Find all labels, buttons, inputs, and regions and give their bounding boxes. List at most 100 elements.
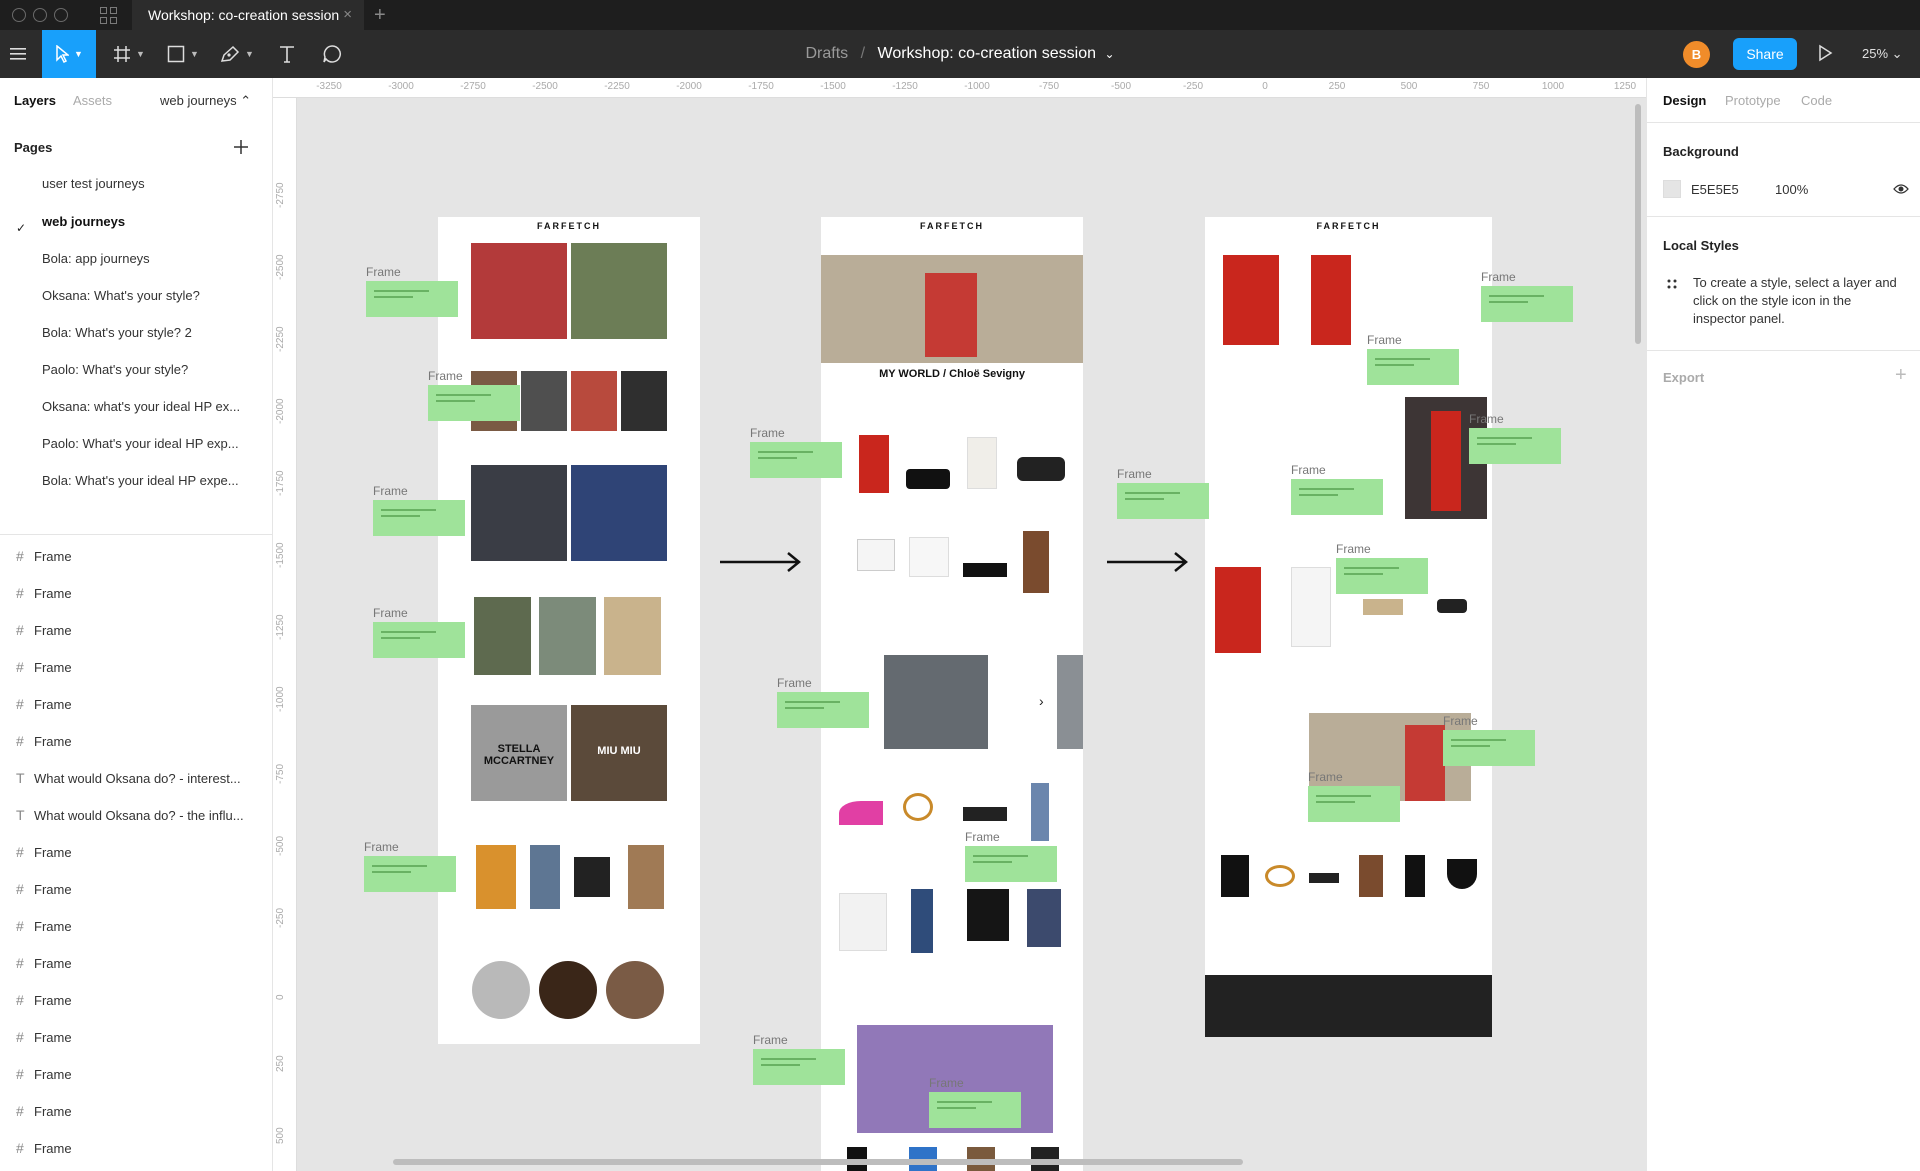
layer-item[interactable]: # Frame	[16, 1140, 72, 1156]
sticky-note[interactable]	[1117, 483, 1209, 519]
artboard-homepage[interactable]: FARFETCH STELLA MCCARTNEY MIU MIU	[438, 217, 700, 1044]
vertical-scrollbar[interactable]	[1635, 104, 1641, 344]
zoom-dropdown[interactable]: 25% ⌄	[1862, 30, 1903, 78]
page-item[interactable]: Oksana: What's your style?	[42, 288, 200, 303]
layer-item[interactable]: # Frame	[16, 622, 72, 638]
layer-item[interactable]: T What would Oksana do? - the influ...	[16, 807, 244, 823]
layer-label: Frame	[34, 1104, 72, 1119]
minimize-window-button[interactable]	[33, 8, 47, 22]
background-opacity-input[interactable]: 100%	[1775, 182, 1808, 197]
comment-tool-button[interactable]	[316, 30, 348, 78]
sticky-note[interactable]	[929, 1092, 1021, 1128]
ruler-tick: -1000	[964, 81, 990, 92]
layer-item[interactable]: # Frame	[16, 1066, 72, 1082]
brand-logo: FARFETCH	[1316, 221, 1381, 231]
breadcrumb-file-name[interactable]: Workshop: co-creation session	[878, 45, 1096, 62]
breadcrumb-drafts[interactable]: Drafts	[805, 45, 848, 62]
page-item[interactable]: Bola: app journeys	[42, 251, 150, 266]
add-page-button[interactable]	[234, 134, 248, 160]
sticky-note[interactable]	[1443, 730, 1535, 766]
layer-label: Frame	[34, 623, 72, 638]
share-button[interactable]: Share	[1733, 38, 1797, 70]
page-switcher-dropdown[interactable]: web journeys ⌃	[160, 93, 251, 109]
frame-label: Frame	[1469, 412, 1504, 426]
close-window-button[interactable]	[12, 8, 26, 22]
page-item[interactable]: Oksana: what's your ideal HP ex...	[42, 399, 240, 414]
layer-item[interactable]: # Frame	[16, 548, 72, 564]
layer-item[interactable]: # Frame	[16, 585, 72, 601]
background-color-swatch[interactable]	[1663, 180, 1681, 198]
sticky-note[interactable]	[777, 692, 869, 728]
page-item[interactable]: Bola: What's your ideal HP expe...	[42, 473, 239, 488]
present-play-button[interactable]	[1817, 44, 1833, 67]
tab-code[interactable]: Code	[1801, 93, 1832, 108]
canvas[interactable]: -3250 -3000 -2750 -2500 -2250 -2000 -175…	[273, 78, 1646, 1171]
page-item[interactable]: Paolo: What's your ideal HP exp...	[42, 436, 239, 451]
layer-item[interactable]: # Frame	[16, 992, 72, 1008]
panel-divider	[1647, 216, 1920, 217]
page-item[interactable]: user test journeys	[42, 176, 145, 191]
horizontal-scrollbar[interactable]	[393, 1159, 1243, 1165]
sticky-note[interactable]	[428, 385, 520, 421]
home-grid-icon[interactable]	[100, 7, 117, 24]
layer-item[interactable]: # Frame	[16, 918, 72, 934]
sticky-note[interactable]	[1367, 349, 1459, 385]
frame-label: Frame	[750, 426, 785, 440]
frame-label: Frame	[929, 1076, 964, 1090]
layer-item[interactable]: T What would Oksana do? - interest...	[16, 770, 241, 786]
layer-item[interactable]: # Frame	[16, 1103, 72, 1119]
layer-item[interactable]: # Frame	[16, 696, 72, 712]
sticky-note[interactable]	[1469, 428, 1561, 464]
layer-item[interactable]: # Frame	[16, 659, 72, 675]
layer-item[interactable]: # Frame	[16, 733, 72, 749]
page-item[interactable]: Paolo: What's your style?	[42, 362, 188, 377]
breadcrumb-separator: /	[860, 45, 866, 62]
ruler-tick: -500	[1110, 81, 1132, 92]
file-tab[interactable]: Workshop: co-creation session ×	[132, 0, 364, 30]
layer-item[interactable]: # Frame	[16, 1029, 72, 1045]
user-avatar[interactable]: B	[1683, 41, 1710, 68]
maximize-window-button[interactable]	[54, 8, 68, 22]
tab-assets[interactable]: Assets	[73, 93, 112, 108]
tab-prototype[interactable]: Prototype	[1725, 93, 1781, 108]
file-menu-chevron-icon[interactable]: ⌄	[1104, 47, 1114, 61]
page-item-current[interactable]: web journeys	[42, 214, 125, 229]
sticky-note[interactable]	[364, 856, 456, 892]
background-hex-input[interactable]: E5E5E5	[1691, 182, 1739, 197]
layer-item[interactable]: # Frame	[16, 955, 72, 971]
sticky-note[interactable]	[1336, 558, 1428, 594]
product-image	[1309, 873, 1339, 883]
move-tool-button[interactable]: ▼	[42, 30, 96, 78]
carousel-next-icon[interactable]: ›	[1039, 693, 1044, 709]
cursor-arrow-icon	[56, 45, 70, 63]
layer-label: Frame	[34, 919, 72, 934]
text-tool-button[interactable]	[272, 30, 302, 78]
close-tab-icon[interactable]: ×	[343, 0, 352, 30]
sticky-note[interactable]	[373, 622, 465, 658]
sticky-note[interactable]	[1291, 479, 1383, 515]
visibility-toggle[interactable]	[1893, 182, 1909, 200]
new-tab-button[interactable]: +	[374, 0, 386, 30]
add-export-button[interactable]: +	[1895, 364, 1907, 387]
sticky-note[interactable]	[1308, 786, 1400, 822]
layer-item[interactable]: # Frame	[16, 844, 72, 860]
sticky-note[interactable]	[750, 442, 842, 478]
tab-design[interactable]: Design	[1663, 93, 1706, 108]
layer-item[interactable]: # Frame	[16, 881, 72, 897]
sticky-note[interactable]	[373, 500, 465, 536]
frame-tool-button[interactable]: ▼	[106, 30, 152, 78]
tab-layers[interactable]: Layers	[14, 93, 56, 108]
ruler-tick: -2250	[604, 81, 630, 92]
promo-banner-miumiu: MIU MIU	[571, 705, 667, 801]
sticky-note[interactable]	[1481, 286, 1573, 322]
sticky-note[interactable]	[366, 281, 458, 317]
artboard-product-page[interactable]: FARFETCH	[1205, 217, 1492, 1037]
sticky-note[interactable]	[753, 1049, 845, 1085]
main-menu-button[interactable]	[4, 30, 32, 78]
ruler-tick: -2750	[460, 81, 486, 92]
shape-tool-button[interactable]: ▼	[160, 30, 206, 78]
ruler-tick: -2000	[676, 81, 702, 92]
page-item[interactable]: Bola: What's your style? 2	[42, 325, 192, 340]
sticky-note[interactable]	[965, 846, 1057, 882]
pen-tool-button[interactable]: ▼	[214, 30, 260, 78]
